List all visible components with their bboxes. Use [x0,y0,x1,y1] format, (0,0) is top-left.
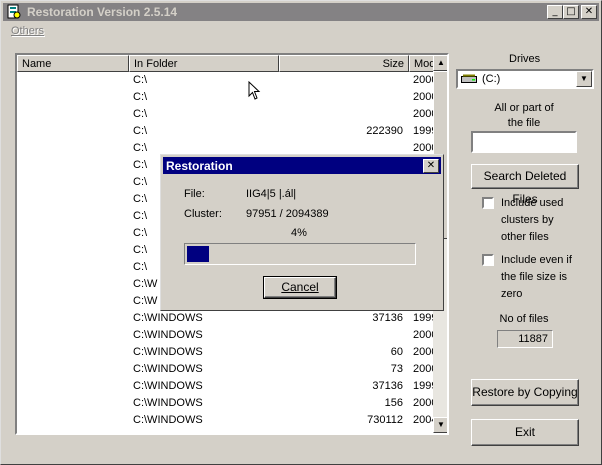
file-row[interactable]: $OWERPNT.!~!C:\WINDOWS602000 [17,344,433,361]
dialog-cluster-label: Cluster: [184,208,222,220]
file-row[interactable]: Twunk001.MTXC:\WINDOWS1562000 [17,395,433,412]
file-modified: 2000 [413,329,433,341]
file-folder: C:\WINDOWS [133,312,203,324]
file-folder: C:\WINDOWS [133,397,203,409]
column-header-folder[interactable]: In Folder [129,55,279,72]
include-zero-label-2: the file size is [501,271,568,283]
close-button[interactable]: ✕ [581,5,597,19]
window-title: Restoration Version 2.5.14 [27,5,178,19]
restoration-dialog: Restoration ✕ File: IIG4|5 |.ál| Cluster… [160,154,444,311]
progress-fill [187,246,209,262]
up-arrow-icon: ▲ [437,58,445,67]
mouse-cursor-icon [248,81,261,100]
filename-search-input[interactable] [471,131,577,153]
file-folder: C:\WINDOWS [133,329,203,341]
file-size: 37136 [372,312,403,324]
dialog-percent-text: 4% [291,227,307,239]
exit-button-label: Exit [514,425,535,439]
file-folder: C:\WINDOWS [133,414,203,426]
maximize-button[interactable]: □ [563,5,579,19]
column-header-name[interactable]: Name [17,55,129,72]
scroll-up-button[interactable]: ▲ [433,55,447,71]
file-count-label: No of files [499,313,549,325]
file-size: 222390 [366,125,403,137]
restore-by-copying-button[interactable]: Restore by Copying [471,379,579,406]
column-header-size[interactable]: Size [279,55,409,72]
menu-bar: Others [3,22,599,40]
file-folder: C:\WINDOWS [133,380,203,392]
file-row[interactable]: $ININIT.BAKC:\WINDOWS732000 [17,361,433,378]
file-folder: C:\WINDOWS [133,363,203,375]
search-label-line-2: the file [507,117,541,129]
scroll-down-button[interactable]: ▼ [433,417,447,433]
file-modified: 2000 [413,74,433,86]
file-modified: 2000 [413,91,433,103]
drive-dropdown-button[interactable]: ▼ [576,71,592,87]
file-row[interactable]: DataDa2.cabC:\WINDOWS7301122004 [17,412,433,429]
file-size: 156 [384,397,403,409]
file-size: 730112 [367,414,403,426]
title-bar: Restoration Version 2.5.14 _ □ ✕ [3,3,599,21]
file-row[interactable]: MMCo9c14.rraC:\WINDOWS371361999 [17,310,433,327]
menu-others[interactable]: Others [11,25,44,37]
file-row[interactable]: tempC:\2000 [17,89,433,106]
cancel-button[interactable]: Cancel [263,276,337,299]
drive-value: (C:) [482,73,501,85]
dialog-file-value: IIG4|5 |.ál| [246,188,297,200]
minimize-icon: _ [552,6,558,17]
include-zero-label-3: zero [501,288,523,300]
drives-label: Drives [509,53,541,65]
file-modified: 1999 [413,380,433,392]
file-modified: 2000 [413,142,433,154]
cancel-button-label: Cancel [281,280,319,294]
close-icon: ✕ [584,6,594,17]
maximize-icon: □ [566,6,576,17]
file-row[interactable]: $DOBEI~1C:\WINDOWS2000 [17,327,433,344]
chevron-down-icon: ▼ [580,74,588,83]
file-row[interactable]: $0.SYSC:\2223901999 [17,123,433,140]
include-zero-label-1: Include even if [501,254,572,266]
search-label-line-1: All or part of [494,102,554,114]
file-folder: C:\ [133,108,148,120]
dialog-title-bar: Restoration ✕ [163,157,441,174]
dialog-title: Restoration [166,159,233,173]
include-used-clusters-checkbox[interactable] [482,197,494,209]
file-modified: 2000 [413,397,433,409]
close-icon: ✕ [426,160,436,171]
hard-drive-icon [461,74,477,83]
minimize-button[interactable]: _ [547,5,563,19]
include-used-label-3: other files [501,231,549,243]
file-size: 60 [390,346,403,358]
file-folder: C:\ [133,142,148,154]
include-used-label-1: Include used [501,197,564,209]
include-used-label-2: clusters by [501,214,554,226]
dialog-close-button[interactable]: ✕ [423,159,439,173]
file-row[interactable]: $ATRAINC:\2000 [17,106,433,123]
include-zero-size-checkbox[interactable] [482,254,494,266]
exit-button[interactable]: Exit [471,419,579,446]
main-window: Restoration Version 2.5.14 _ □ ✕ Others … [0,0,602,465]
file-folder: C:\WINDOWS [133,346,203,358]
file-modified: 2004 [413,414,433,426]
dialog-cluster-value: 97951 / 2094389 [246,208,329,220]
file-modified: 1999 [413,312,433,324]
restore-button-label: Restore by Copying [472,385,578,399]
app-icon [7,4,21,19]
file-size: 73 [390,363,403,375]
restore-progress-bar [184,243,416,265]
file-modified: 1999 [413,125,433,137]
file-row[interactable]: Config.MsiC:\2000 [17,72,433,89]
file-row[interactable]: MMComReg.exeC:\WINDOWS371361999 [17,378,433,395]
dialog-file-label: File: [184,188,205,200]
search-deleted-files-button[interactable]: Search Deleted Files [471,164,579,206]
drive-select[interactable]: (C:) ▼ [456,69,594,89]
file-size: 37136 [372,380,403,392]
file-modified: 2000 [413,346,433,358]
down-arrow-icon: ▼ [437,420,445,429]
file-modified: 2000 [413,363,433,375]
column-header-modified[interactable]: Mod [409,55,433,72]
file-modified: 2000 [413,108,433,120]
file-count-value: 11887 [497,330,553,348]
file-folder: C:\ [133,125,148,137]
